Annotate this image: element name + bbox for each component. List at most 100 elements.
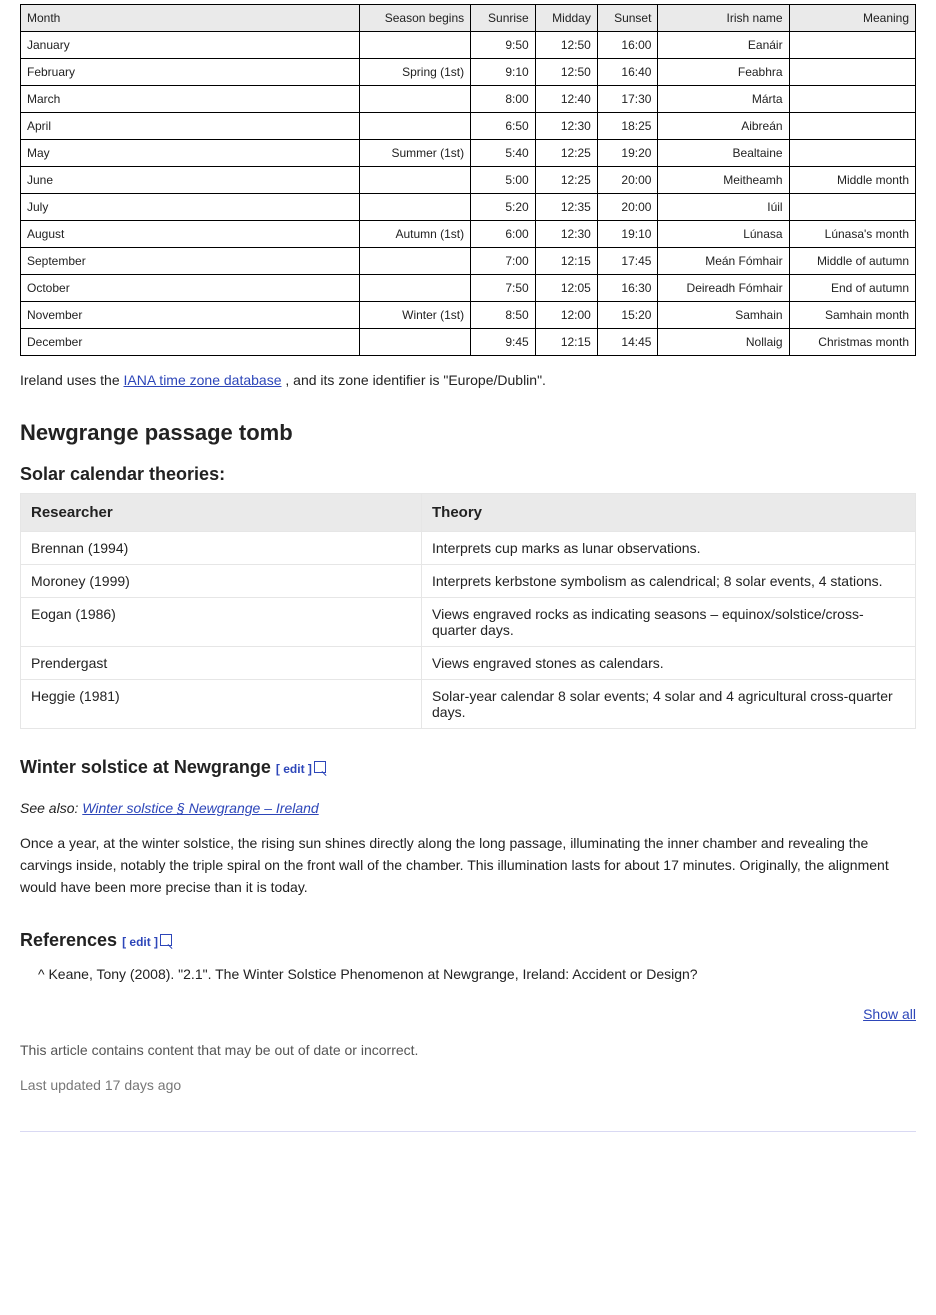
table-cell: 19:20 xyxy=(597,140,658,167)
lu-value: 17 days ago xyxy=(105,1077,181,1093)
table-cell: September xyxy=(21,248,360,275)
col-researcher: Researcher xyxy=(21,493,422,531)
table-cell: 19:10 xyxy=(597,221,658,248)
table-cell: 5:40 xyxy=(471,140,536,167)
table-row: July5:2012:3520:00Iúil xyxy=(21,194,916,221)
ws-title: Winter solstice at Newgrange xyxy=(20,757,276,777)
reference-item: ^ Keane, Tony (2008). "2.1". The Winter … xyxy=(38,963,916,985)
months-table: Month Season begins Sunrise Midday Sunse… xyxy=(20,4,916,356)
ws-body: Once a year, at the winter solstice, the… xyxy=(20,833,916,898)
table-cell: December xyxy=(21,329,360,356)
edit-icon xyxy=(314,761,326,773)
edit-link-ref[interactable]: [ edit ] xyxy=(122,935,172,949)
table-row: Brennan (1994)Interprets cup marks as lu… xyxy=(21,531,916,564)
table-header-row: Month Season begins Sunrise Midday Sunse… xyxy=(21,5,916,32)
table-cell xyxy=(789,86,915,113)
table-cell xyxy=(789,59,915,86)
table-row: NovemberWinter (1st)8:5012:0015:20Samhai… xyxy=(21,302,916,329)
table-cell: November xyxy=(21,302,360,329)
table-cell xyxy=(360,113,471,140)
table-cell: 12:25 xyxy=(535,167,597,194)
table-cell: 9:45 xyxy=(471,329,536,356)
scrollbar[interactable] xyxy=(922,0,934,1315)
table-cell: 9:50 xyxy=(471,32,536,59)
table-cell: Márta xyxy=(658,86,789,113)
table-cell: February xyxy=(21,59,360,86)
table-cell: 5:00 xyxy=(471,167,536,194)
table-cell: 20:00 xyxy=(597,194,658,221)
table-row: Moroney (1999)Interprets kerbstone symbo… xyxy=(21,564,916,597)
table-row: September 7:0012:1517:45Meán FómhairMiddl… xyxy=(21,248,916,275)
theories-tbody: Brennan (1994)Interprets cup marks as lu… xyxy=(21,531,916,728)
table-cell: 14:45 xyxy=(597,329,658,356)
table-cell xyxy=(360,329,471,356)
table-cell: 6:00 xyxy=(471,221,536,248)
table-cell: Feabhra xyxy=(658,59,789,86)
table-cell: 6:50 xyxy=(471,113,536,140)
table-cell xyxy=(789,194,915,221)
table-cell: August xyxy=(21,221,360,248)
table-cell: 12:25 xyxy=(535,140,597,167)
col-sunset: Sunset xyxy=(597,5,658,32)
table-cell xyxy=(360,32,471,59)
table-cell: 12:30 xyxy=(535,113,597,140)
see-also-link[interactable]: Winter solstice § Newgrange – Ireland xyxy=(82,800,318,816)
table-row: PrendergastViews engraved stones as cale… xyxy=(21,646,916,679)
table-cell: 8:50 xyxy=(471,302,536,329)
table-cell: 16:40 xyxy=(597,59,658,86)
table-cell: June xyxy=(21,167,360,194)
iana-link[interactable]: IANA time zone database xyxy=(124,372,282,388)
text-suffix: , and its zone identifier is "Europe/Dub… xyxy=(285,372,546,388)
theory-cell: Views engraved rocks as indicating seaso… xyxy=(422,597,916,646)
table-cell: Christmas month xyxy=(789,329,915,356)
table-cell: 12:50 xyxy=(535,59,597,86)
table-cell: Middle of autumn xyxy=(789,248,915,275)
table-cell: 17:45 xyxy=(597,248,658,275)
researcher-cell: Brennan (1994) xyxy=(21,531,422,564)
table-row: December9:4512:1514:45NollaigChristmas m… xyxy=(21,329,916,356)
table-row: Heggie (1981)Solar-year calendar 8 solar… xyxy=(21,679,916,728)
table-cell xyxy=(789,32,915,59)
table-cell: 12:35 xyxy=(535,194,597,221)
table-cell: Winter (1st) xyxy=(360,302,471,329)
edit-link-ws[interactable]: [ edit ] xyxy=(276,762,326,776)
table-row: Eogan (1986)Views engraved rocks as indi… xyxy=(21,597,916,646)
table-cell: 5:20 xyxy=(471,194,536,221)
researcher-cell: Moroney (1999) xyxy=(21,564,422,597)
table-cell: Bealtaine xyxy=(658,140,789,167)
col-month: Month xyxy=(21,5,360,32)
page-divider xyxy=(20,1131,916,1132)
table-cell xyxy=(789,113,915,140)
table-cell: 12:05 xyxy=(535,275,597,302)
col-meaning: Meaning xyxy=(789,5,915,32)
footer-updated: Last updated 17 days ago xyxy=(20,1075,916,1097)
table-cell: Meitheamh xyxy=(658,167,789,194)
footer-notice: This article contains content that may b… xyxy=(20,1040,916,1062)
researcher-cell: Heggie (1981) xyxy=(21,679,422,728)
table-cell: 16:00 xyxy=(597,32,658,59)
table-row: June5:0012:2520:00MeitheamhMiddle month xyxy=(21,167,916,194)
table-cell xyxy=(789,140,915,167)
table-cell: October xyxy=(21,275,360,302)
table-cell: Middle month xyxy=(789,167,915,194)
table-cell xyxy=(360,86,471,113)
table-cell: 7:00 xyxy=(471,248,536,275)
col-irish: Irish name xyxy=(658,5,789,32)
theory-cell: Solar-year calendar 8 solar events; 4 so… xyxy=(422,679,916,728)
see-also-prefix: See also: xyxy=(20,800,82,816)
col-theory: Theory xyxy=(422,493,916,531)
table-cell: Lúnasa's month xyxy=(789,221,915,248)
table-cell: Meán Fómhair xyxy=(658,248,789,275)
table-cell: Lúnasa xyxy=(658,221,789,248)
table-cell: 17:30 xyxy=(597,86,658,113)
table-cell: 12:15 xyxy=(535,248,597,275)
table-cell: Deireadh Fómhair xyxy=(658,275,789,302)
see-also-line: See also: Winter solstice § Newgrange – … xyxy=(20,798,916,820)
table-cell: March xyxy=(21,86,360,113)
table-cell: Autumn (1st) xyxy=(360,221,471,248)
winter-solstice-heading: Winter solstice at Newgrange [ edit ] xyxy=(20,757,326,778)
table-cell: 18:25 xyxy=(597,113,658,140)
table-cell: Samhain xyxy=(658,302,789,329)
edit-icon xyxy=(160,934,172,946)
show-all-link[interactable]: Show all xyxy=(863,1006,916,1022)
